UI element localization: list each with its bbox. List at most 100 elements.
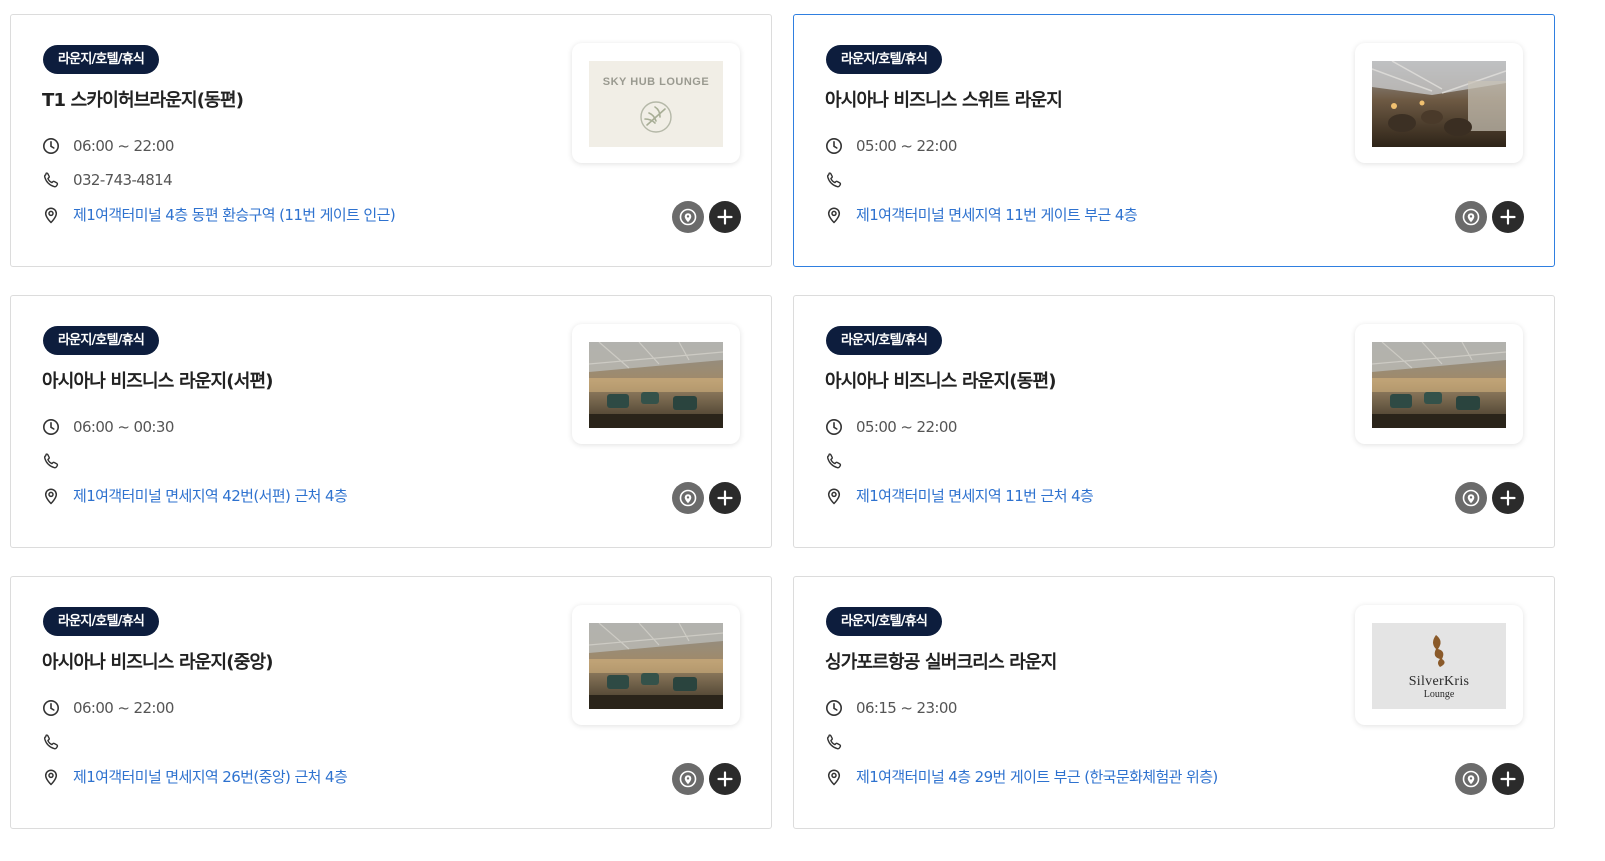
lounge-thumbnail[interactable] <box>1355 43 1523 163</box>
hours-row: 06:15 ~ 23:00 <box>824 698 957 718</box>
hours-row: 05:00 ~ 22:00 <box>824 136 957 156</box>
card-actions <box>672 482 741 514</box>
map-pin-icon <box>1460 206 1482 228</box>
location-pin-icon <box>41 486 61 506</box>
lounge-title[interactable]: T1 스카이허브라운지(동편) <box>42 86 244 112</box>
location-pin-icon <box>41 205 61 225</box>
phone-row <box>824 170 856 190</box>
thumbnail-image <box>589 623 723 709</box>
lounge-card[interactable]: 라운지/호텔/휴식아시아나 비즈니스 라운지(서편) 06:00 ~ 00:30 제… <box>10 295 772 548</box>
thumbnail-image: SilverKris Lounge <box>1372 623 1506 709</box>
address-row: 제1여객터미널 면세지역 11번 게이트 부근 4층 <box>824 204 1138 225</box>
lounge-title[interactable]: 아시아나 비즈니스 라운지(서편) <box>42 367 273 393</box>
clock-icon <box>41 136 61 156</box>
location-pin-icon <box>824 486 844 506</box>
add-button[interactable] <box>1492 763 1524 795</box>
lounge-thumbnail[interactable] <box>572 324 740 444</box>
hours-row: 06:00 ~ 22:00 <box>41 698 174 718</box>
card-actions <box>672 763 741 795</box>
phone-row <box>824 732 856 752</box>
lounge-thumbnail[interactable]: SKY HUB LOUNGE <box>572 43 740 163</box>
add-button[interactable] <box>709 763 741 795</box>
hours-row: 06:00 ~ 22:00 <box>41 136 174 156</box>
map-pin-button[interactable] <box>1455 201 1487 233</box>
card-actions <box>672 201 741 233</box>
card-actions <box>1455 201 1524 233</box>
map-pin-icon <box>1460 487 1482 509</box>
address-row: 제1여객터미널 4층 동편 환승구역 (11번 게이트 인근) <box>41 204 396 225</box>
clock-icon <box>824 417 844 437</box>
map-pin-button[interactable] <box>672 482 704 514</box>
map-pin-button[interactable] <box>1455 763 1487 795</box>
phone-row <box>824 451 856 471</box>
plus-icon <box>1499 489 1517 507</box>
phone-text[interactable]: 032-743-4814 <box>73 171 173 189</box>
hours-row: 06:00 ~ 00:30 <box>41 417 174 437</box>
plus-icon <box>1499 770 1517 788</box>
lounge-thumbnail[interactable]: SilverKris Lounge <box>1355 605 1523 725</box>
location-pin-icon <box>824 767 844 787</box>
phone-row <box>41 732 73 752</box>
category-badge: 라운지/호텔/휴식 <box>826 607 943 636</box>
address-link[interactable]: 제1여객터미널 면세지역 42번(서편) 근처 4층 <box>73 485 348 506</box>
clock-icon <box>41 698 61 718</box>
map-pin-button[interactable] <box>1455 482 1487 514</box>
category-badge: 라운지/호텔/휴식 <box>826 326 943 355</box>
hours-text: 05:00 ~ 22:00 <box>856 137 957 155</box>
hours-text: 06:00 ~ 22:00 <box>73 137 174 155</box>
address-link[interactable]: 제1여객터미널 면세지역 26번(중앙) 근처 4층 <box>73 766 348 787</box>
address-link[interactable]: 제1여객터미널 면세지역 11번 근처 4층 <box>856 485 1094 506</box>
thumbnail-image <box>1372 342 1506 428</box>
map-pin-button[interactable] <box>672 763 704 795</box>
lounge-thumbnail[interactable] <box>572 605 740 725</box>
phone-icon <box>41 451 61 471</box>
address-row: 제1여객터미널 면세지역 42번(서편) 근처 4층 <box>41 485 348 506</box>
lounge-card[interactable]: 라운지/호텔/휴식 아시아나 비즈니스 스위트 라운지 05:00 ~ 22:00 제… <box>793 14 1555 267</box>
hours-text: 05:00 ~ 22:00 <box>856 418 957 436</box>
lounge-card-grid: 라운지/호텔/휴식 T1 스카이허브라운지(동편) 06:00 ~ 22:00 032… <box>10 14 1555 829</box>
map-pin-icon <box>1460 768 1482 790</box>
card-actions <box>1455 482 1524 514</box>
lounge-card[interactable]: 라운지/호텔/휴식아시아나 비즈니스 라운지(동편) 05:00 ~ 22:00 제… <box>793 295 1555 548</box>
thumb-logo-text: SKY HUB LOUNGE <box>603 76 709 88</box>
map-pin-icon <box>677 487 699 509</box>
map-pin-button[interactable] <box>672 201 704 233</box>
lounge-card[interactable]: 라운지/호텔/휴식 T1 스카이허브라운지(동편) 06:00 ~ 22:00 032… <box>10 14 772 267</box>
lounge-title[interactable]: 아시아나 비즈니스 라운지(중앙) <box>42 648 273 674</box>
add-button[interactable] <box>709 201 741 233</box>
plus-icon <box>716 208 734 226</box>
add-button[interactable] <box>709 482 741 514</box>
location-pin-icon <box>824 205 844 225</box>
lounge-title[interactable]: 아시아나 비즈니스 라운지(동편) <box>825 367 1056 393</box>
address-link[interactable]: 제1여객터미널 4층 29번 게이트 부근 (한국문화체험관 위층) <box>856 766 1218 787</box>
add-button[interactable] <box>1492 482 1524 514</box>
clock-icon <box>824 136 844 156</box>
hours-text: 06:00 ~ 00:30 <box>73 418 174 436</box>
lounge-title[interactable]: 싱가포르항공 실버크리스 라운지 <box>825 648 1057 674</box>
thumbnail-image: SKY HUB LOUNGE <box>589 61 723 147</box>
thumb-logo-sub: Lounge <box>1424 689 1455 700</box>
phone-row <box>41 451 73 471</box>
address-row: 제1여객터미널 면세지역 26번(중앙) 근처 4층 <box>41 766 348 787</box>
card-actions <box>1455 763 1524 795</box>
category-badge: 라운지/호텔/휴식 <box>43 607 160 636</box>
phone-row: 032-743-4814 <box>41 170 173 190</box>
hours-text: 06:15 ~ 23:00 <box>856 699 957 717</box>
category-badge: 라운지/호텔/휴식 <box>43 326 160 355</box>
clock-icon <box>824 698 844 718</box>
lounge-thumbnail[interactable] <box>1355 324 1523 444</box>
address-link[interactable]: 제1여객터미널 면세지역 11번 게이트 부근 4층 <box>856 204 1138 225</box>
plus-icon <box>1499 208 1517 226</box>
phone-icon <box>824 170 844 190</box>
phone-icon <box>41 170 61 190</box>
add-button[interactable] <box>1492 201 1524 233</box>
hours-row: 05:00 ~ 22:00 <box>824 417 957 437</box>
lounge-title[interactable]: 아시아나 비즈니스 스위트 라운지 <box>825 86 1063 112</box>
lounge-card[interactable]: 라운지/호텔/휴식아시아나 비즈니스 라운지(중앙) 06:00 ~ 22:00 제… <box>10 576 772 829</box>
address-link[interactable]: 제1여객터미널 4층 동편 환승구역 (11번 게이트 인근) <box>73 204 396 225</box>
plus-icon <box>716 489 734 507</box>
location-pin-icon <box>41 767 61 787</box>
thumbnail-image <box>1372 61 1506 147</box>
phone-icon <box>824 732 844 752</box>
lounge-card[interactable]: 라운지/호텔/휴식싱가포르항공 실버크리스 라운지 06:15 ~ 23:00 제1… <box>793 576 1555 829</box>
